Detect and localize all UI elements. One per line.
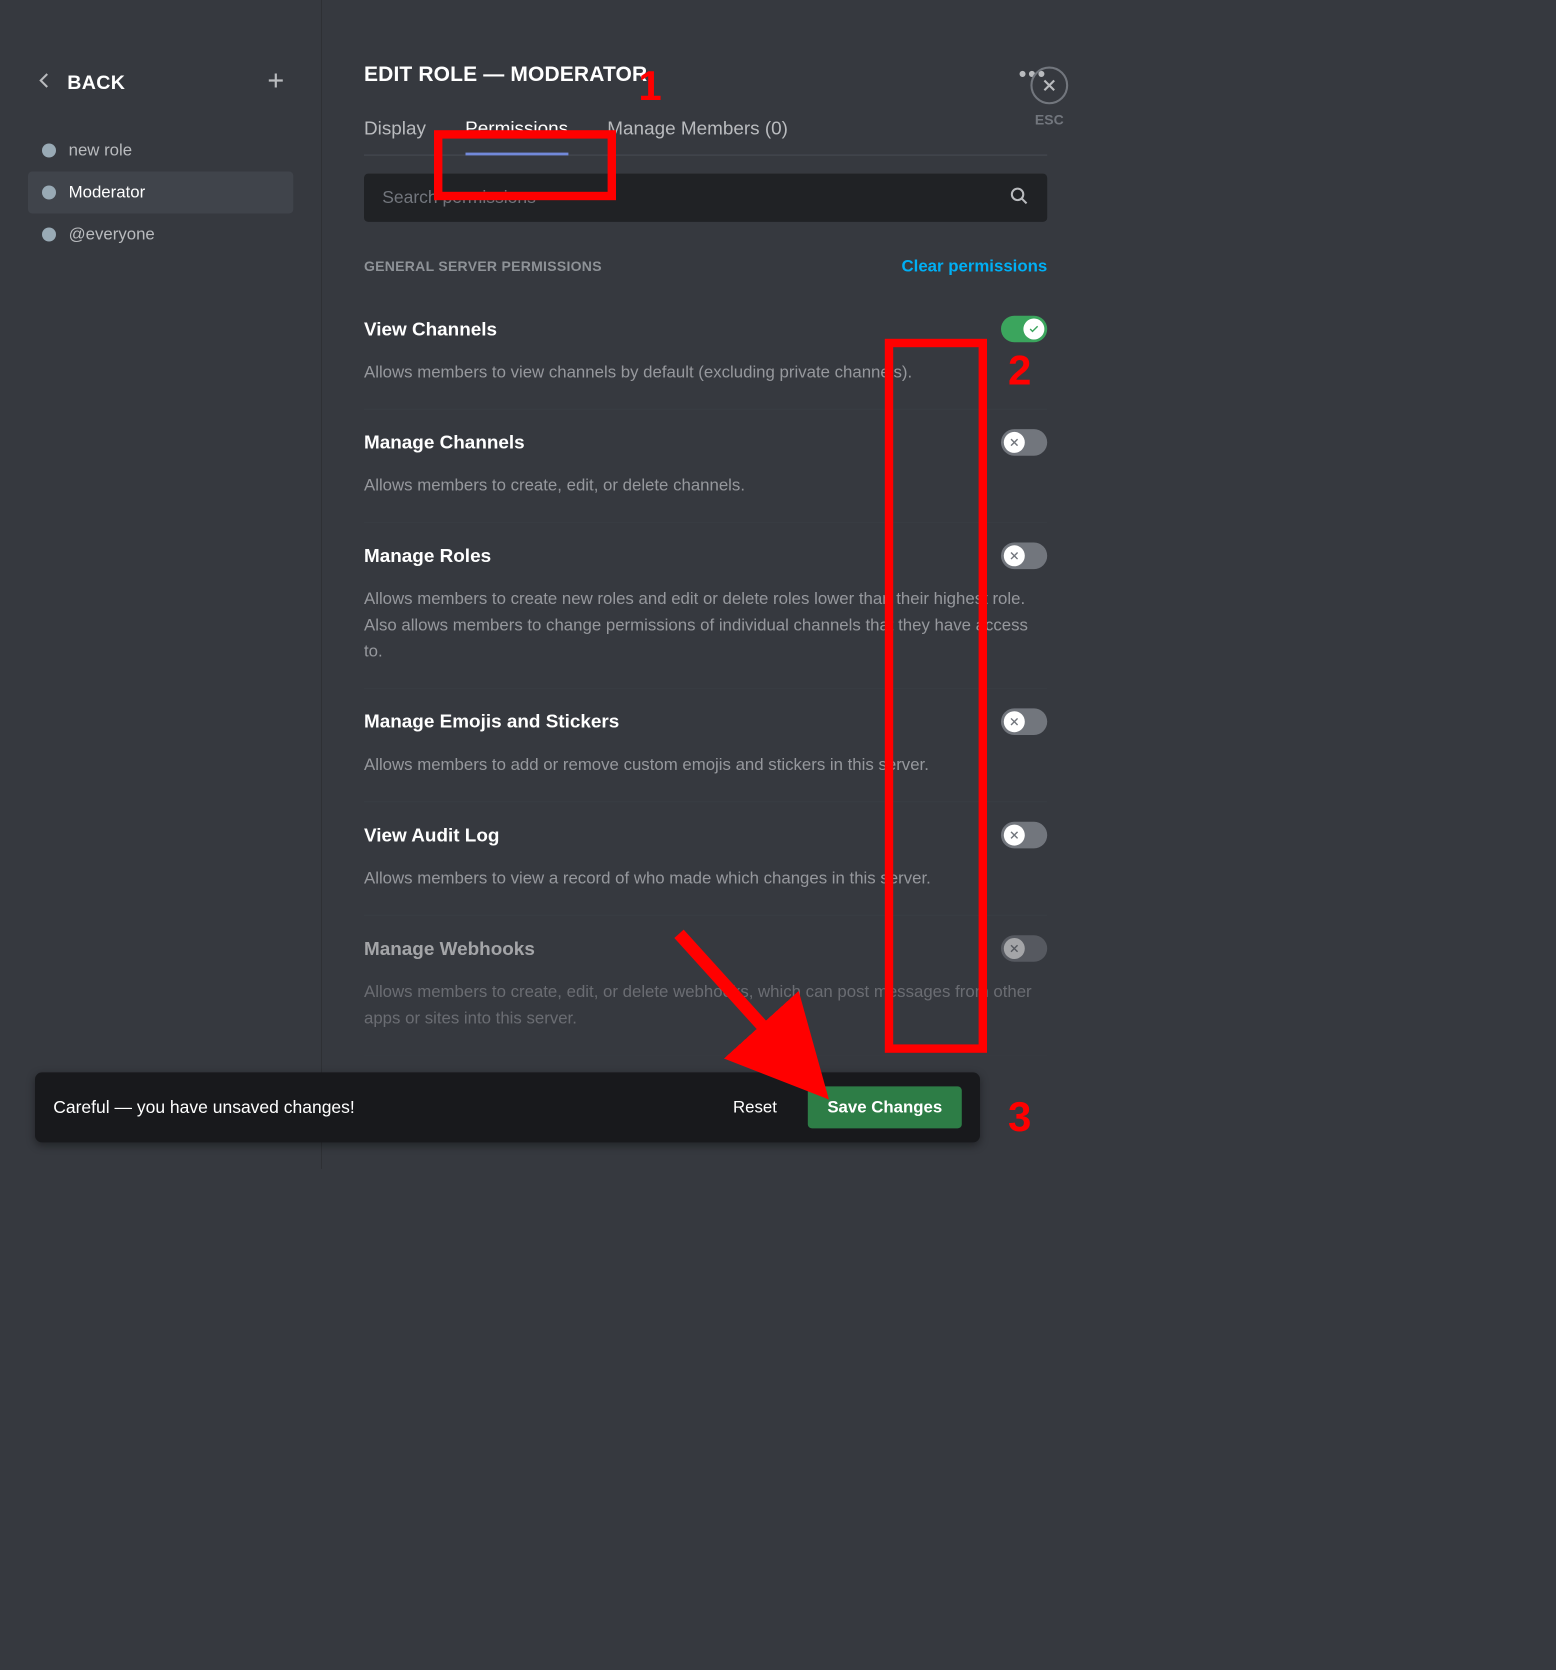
permission-toggle[interactable] <box>1001 935 1047 962</box>
role-color-dot <box>42 228 56 242</box>
unsaved-message: Careful — you have unsaved changes! <box>53 1097 702 1117</box>
role-item-everyone[interactable]: @everyone <box>28 214 293 256</box>
tab-display[interactable]: Display <box>364 111 426 155</box>
toggle-knob <box>1004 825 1025 846</box>
toggle-knob <box>1023 319 1044 340</box>
back-button[interactable]: BACK <box>35 71 125 94</box>
tab-bar: Display Permissions Manage Members (0) <box>364 111 1047 156</box>
permission-title: Manage Emojis and Stickers <box>364 711 619 733</box>
sidebar-header: BACK <box>21 56 300 130</box>
toggle-knob <box>1004 432 1025 453</box>
back-label: BACK <box>67 71 125 93</box>
permission-toggle[interactable] <box>1001 708 1047 735</box>
permission-description: Allows members to create, edit, or delet… <box>364 979 1047 1031</box>
permission-title: View Audit Log <box>364 824 499 846</box>
tab-permissions[interactable]: Permissions <box>465 111 568 155</box>
permission-title: Manage Roles <box>364 545 491 567</box>
back-arrow-icon <box>35 71 55 94</box>
permission-description: Allows members to add or remove custom e… <box>364 752 1047 778</box>
save-changes-button[interactable]: Save Changes <box>808 1086 962 1128</box>
permission-row: Manage Emojis and Stickers Allows member… <box>364 689 1047 803</box>
role-name: @everyone <box>69 225 155 245</box>
close-icon <box>1030 67 1068 105</box>
permission-toggle[interactable] <box>1001 316 1047 343</box>
role-color-dot <box>42 186 56 200</box>
clear-permissions-link[interactable]: Clear permissions <box>902 257 1048 277</box>
role-color-dot <box>42 144 56 158</box>
add-role-button[interactable] <box>265 70 286 95</box>
reset-button[interactable]: Reset <box>716 1089 793 1125</box>
toggle-knob <box>1004 711 1025 732</box>
permission-description: Allows members to create, edit, or delet… <box>364 473 1047 499</box>
role-name: new role <box>69 141 133 161</box>
role-list: new role Moderator @everyone <box>21 130 300 256</box>
permission-toggle[interactable] <box>1001 429 1047 456</box>
search-permissions-box[interactable] <box>364 174 1047 222</box>
tab-manage-members[interactable]: Manage Members (0) <box>607 111 788 155</box>
role-item-new-role[interactable]: new role <box>28 130 293 172</box>
permission-title: View Channels <box>364 318 497 340</box>
main-header: EDIT ROLE — MODERATOR ••• <box>364 63 1047 87</box>
permission-row: Manage Webhooks Allows members to create… <box>364 916 1047 1056</box>
permission-title: Manage Channels <box>364 432 525 454</box>
search-input[interactable] <box>382 188 1009 208</box>
permission-title: Manage Webhooks <box>364 938 535 960</box>
toggle-knob <box>1004 546 1025 567</box>
permission-description: Allows members to view channels by defau… <box>364 359 1047 385</box>
role-item-moderator[interactable]: Moderator <box>28 172 293 214</box>
permission-row: Manage Channels Allows members to create… <box>364 410 1047 524</box>
toggle-knob <box>1004 938 1025 959</box>
close-settings-button[interactable]: ESC <box>1030 67 1068 129</box>
permission-row: View Audit Log Allows members to view a … <box>364 802 1047 916</box>
permission-description: Allows members to view a record of who m… <box>364 865 1047 891</box>
unsaved-changes-bar: Careful — you have unsaved changes! Rese… <box>35 1072 980 1142</box>
permissions-list: View Channels Allows members to view cha… <box>364 296 1047 1055</box>
esc-label: ESC <box>1035 113 1064 129</box>
section-label: GENERAL SERVER PERMISSIONS <box>364 259 602 275</box>
page-title: EDIT ROLE — MODERATOR <box>364 63 647 87</box>
permission-row: View Channels Allows members to view cha… <box>364 296 1047 410</box>
role-name: Moderator <box>69 183 146 203</box>
role-editor-panel: EDIT ROLE — MODERATOR ••• Display Permis… <box>322 0 1089 1169</box>
roles-sidebar: BACK new role Moderator @everyone <box>0 0 322 1169</box>
section-header: GENERAL SERVER PERMISSIONS Clear permiss… <box>364 257 1047 277</box>
permission-description: Allows members to create new roles and e… <box>364 586 1047 664</box>
search-icon <box>1009 186 1029 209</box>
permission-toggle[interactable] <box>1001 822 1047 849</box>
permission-toggle[interactable] <box>1001 543 1047 570</box>
permission-row: Manage Roles Allows members to create ne… <box>364 523 1047 689</box>
